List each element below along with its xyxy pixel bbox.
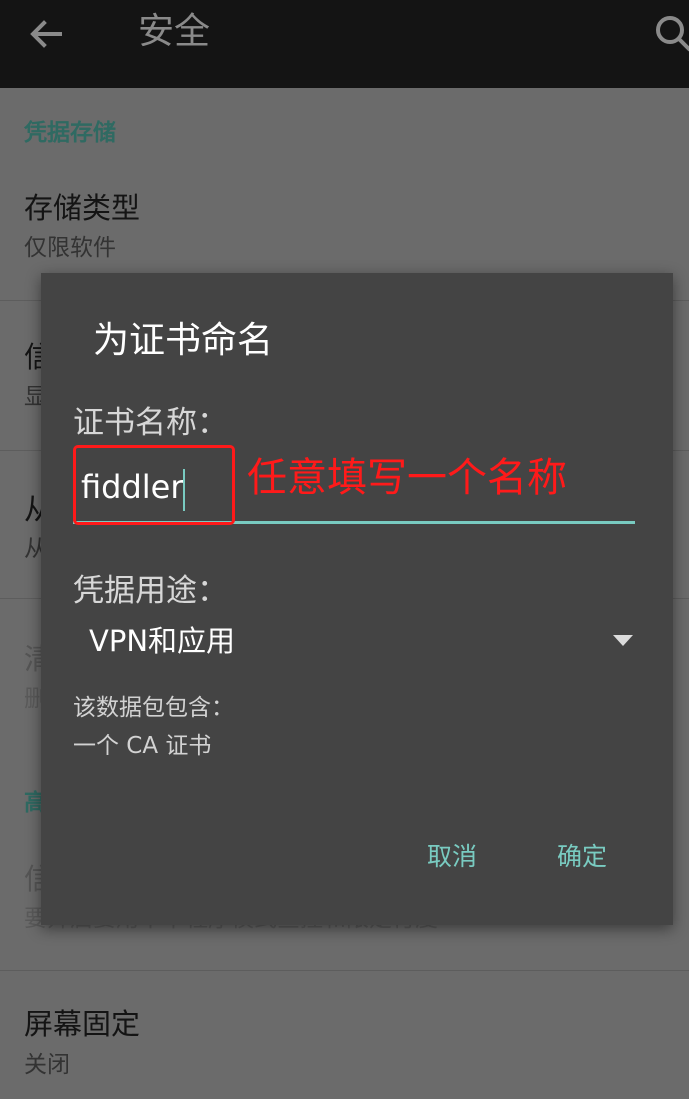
ok-button[interactable]: 确定 xyxy=(553,839,611,875)
annotation-highlight-box xyxy=(73,445,235,525)
page-title: 安全 xyxy=(138,11,211,52)
pref-title: 存储类型 xyxy=(24,191,141,225)
cancel-button[interactable]: 取消 xyxy=(423,839,481,875)
dialog-title: 为证书命名 xyxy=(93,320,274,361)
cert-name-label: 证书名称： xyxy=(73,405,228,441)
app-bar: 安全 xyxy=(0,0,689,88)
name-certificate-dialog: 为证书命名 证书名称： 任意填写一个名称 凭据用途： VPN和应用 该数据包包含… xyxy=(41,273,673,925)
pref-summary: 关闭 xyxy=(24,1052,70,1078)
package-contains-label: 该数据包包含： xyxy=(73,695,234,721)
usage-label: 凭据用途： xyxy=(73,573,228,609)
package-contents: 一个 CA 证书 xyxy=(73,733,212,759)
search-icon[interactable] xyxy=(650,10,689,58)
dropdown-arrow-icon xyxy=(613,635,633,646)
annotation-text: 任意填写一个名称 xyxy=(247,455,567,501)
arrow-back-icon[interactable] xyxy=(26,14,66,54)
credential-usage-dropdown[interactable]: VPN和应用 xyxy=(77,617,643,667)
pref-title: 屏幕固定 xyxy=(24,1007,141,1041)
usage-selected-value: VPN和应用 xyxy=(89,624,236,658)
pref-summary: 仅限软件 xyxy=(24,235,116,261)
divider xyxy=(0,970,689,971)
section-header-credential-storage: 凭据存储 xyxy=(24,120,116,146)
